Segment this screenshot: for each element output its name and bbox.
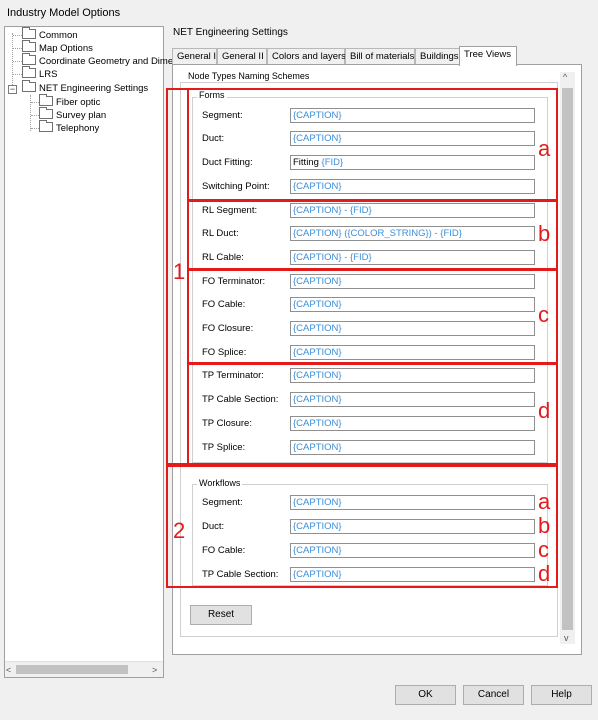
tree-item-label: LRS [39, 69, 58, 80]
tree-item-label: Fiber optic [56, 97, 101, 108]
naming-schemes-label: Node Types Naming Schemes [186, 71, 312, 81]
folder-icon [39, 94, 53, 106]
tree-item-map-options[interactable]: Map Options [22, 40, 93, 55]
folder-icon [22, 27, 36, 39]
cancel-button[interactable]: Cancel [463, 685, 524, 705]
tree-line [30, 95, 31, 131]
tree-item-telephony[interactable]: Telephony [39, 120, 100, 135]
tree-line [13, 48, 22, 49]
tree-item-label: Coordinate Geometry and Dime [39, 56, 174, 67]
tree-item-survey-plan[interactable]: Survey plan [39, 107, 107, 122]
collapse-expander-icon[interactable]: − [8, 85, 17, 94]
tree-item-fiber-optic[interactable]: Fiber optic [39, 94, 101, 109]
annotation-letter-d: d [538, 398, 551, 423]
annotation-letter-wf-a: a [538, 489, 551, 514]
annotation-letter-c: c [538, 302, 549, 327]
annotation-letter-wf-c: c [538, 537, 549, 562]
scroll-left-icon[interactable]: < [6, 662, 11, 678]
tree-line [31, 128, 39, 129]
scrollbar-thumb[interactable] [562, 88, 573, 630]
tree-line [31, 102, 39, 103]
tab-buildings[interactable]: Buildings [415, 48, 460, 65]
scroll-up-icon[interactable]: ^ [563, 69, 567, 85]
folder-icon [39, 120, 53, 132]
folder-icon [39, 107, 53, 119]
scrollbar-thumb[interactable] [16, 665, 128, 674]
annotation-box-d [187, 363, 558, 465]
folder-icon [22, 40, 36, 52]
ok-button[interactable]: OK [395, 685, 456, 705]
annotation-letter-wf-b: b [538, 513, 551, 538]
tree-horizontal-scrollbar[interactable]: < > [5, 661, 163, 677]
tree-item-common[interactable]: Common [22, 27, 78, 42]
tab-general-i[interactable]: General I [172, 48, 217, 65]
folder-icon [22, 66, 36, 78]
settings-tree[interactable]: Common Map Options Coordinate Geometry a… [4, 26, 173, 678]
annotation-number-2: 2 [173, 518, 186, 543]
tree-item-cogo[interactable]: Coordinate Geometry and Dime [22, 53, 174, 68]
annotation-box-c [187, 269, 558, 364]
tree-line [13, 35, 22, 36]
tree-item-label: Map Options [39, 43, 93, 54]
tree-item-label: Common [39, 30, 78, 41]
tab-tree-views[interactable]: Tree Views [459, 46, 517, 66]
annotation-box-b [187, 200, 558, 270]
folder-icon [22, 53, 36, 65]
help-button[interactable]: Help [531, 685, 592, 705]
panel-title: NET Engineering Settings [173, 27, 288, 38]
tab-colors-and-layers[interactable]: Colors and layers [267, 48, 346, 65]
scroll-down-icon[interactable]: v [564, 630, 569, 646]
annotation-letter-a: a [538, 136, 551, 161]
tree-line [13, 61, 22, 62]
folder-icon [22, 80, 36, 92]
annotation-letter-wf-d: d [538, 561, 551, 586]
tree-item-label: NET Engineering Settings [39, 83, 149, 94]
tree-line [13, 74, 22, 75]
annotation-letter-b: b [538, 221, 551, 246]
annotation-box-a [187, 88, 558, 201]
annotation-box-workflows [166, 465, 558, 588]
scroll-right-icon[interactable]: > [152, 662, 157, 678]
tree-item-label: Telephony [56, 123, 100, 134]
tree-line [31, 115, 39, 116]
annotation-number-1: 1 [173, 259, 186, 284]
tab-general-ii[interactable]: General II [217, 48, 267, 65]
tree-item-label: Survey plan [56, 110, 107, 121]
tab-bill-of-materials[interactable]: Bill of materials [345, 48, 415, 65]
window-title: Industry Model Options [7, 7, 121, 19]
reset-button[interactable]: Reset [190, 605, 252, 625]
